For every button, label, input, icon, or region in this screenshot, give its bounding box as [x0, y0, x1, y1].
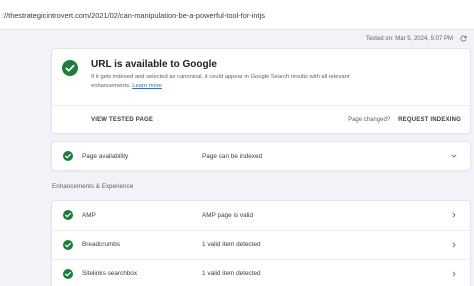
url-bar[interactable]: ://thestrategicintrovert.com/2021/02/can…	[0, 0, 474, 30]
request-indexing-button[interactable]: REQUEST INDEXING	[398, 117, 461, 123]
check-circle-icon	[62, 60, 78, 76]
section-heading: Enhancements & Experience	[52, 183, 134, 190]
row-value: AMP page is valid	[202, 211, 254, 219]
learn-more-link[interactable]: Learn more	[132, 83, 162, 89]
chevron-right-icon[interactable]	[450, 241, 458, 249]
status-description-text: If it gets indexed and selected as canon…	[91, 74, 350, 89]
inspected-url: ://thestrategicintrovert.com/2021/02/can…	[2, 11, 265, 20]
check-circle-icon	[63, 151, 73, 161]
refresh-icon[interactable]	[459, 34, 468, 43]
row-value: Page can be indexed	[202, 152, 263, 160]
tested-info: Tested on: Mar 5, 2024, 5:07 PM	[366, 34, 468, 43]
check-circle-icon	[63, 210, 73, 220]
chevron-right-icon[interactable]	[450, 211, 458, 219]
check-circle-icon	[63, 268, 73, 279]
list-item[interactable]: Sitelinks searchbox 1 valid item detecte…	[52, 259, 470, 286]
check-circle-icon	[63, 239, 73, 250]
row-value: 1 valid item detected	[202, 241, 261, 248]
tested-timestamp: Tested on: Mar 5, 2024, 5:07 PM	[365, 35, 453, 42]
view-tested-page-button[interactable]: VIEW TESTED PAGE	[91, 117, 153, 123]
row-value: 1 valid item detected	[202, 270, 261, 277]
status-title: URL is available to Google	[91, 59, 217, 70]
list-item[interactable]: AMP AMP page is valid	[52, 201, 470, 229]
status-description: If it gets indexed and selected as canon…	[91, 73, 371, 91]
enhancements-list: AMP AMP page is valid Breadcrumbs 1 vali…	[52, 201, 470, 286]
page-changed-text: Page changed?	[348, 116, 391, 123]
row-label: AMP	[82, 211, 96, 219]
row-label: Breadcrumbs	[82, 241, 121, 248]
page-availability-row[interactable]: Page availability Page can be indexed	[52, 142, 470, 170]
list-item[interactable]: Breadcrumbs 1 valid item detected	[52, 230, 470, 258]
url-status-card: URL is available to Google If it gets in…	[52, 49, 470, 133]
action-row: VIEW TESTED PAGE Page changed? REQUEST I…	[52, 106, 470, 133]
chevron-down-icon[interactable]	[450, 152, 458, 160]
row-label: Page availability	[82, 152, 129, 160]
chevron-right-icon[interactable]	[450, 270, 458, 278]
row-label: Sitelinks searchbox	[82, 270, 138, 277]
